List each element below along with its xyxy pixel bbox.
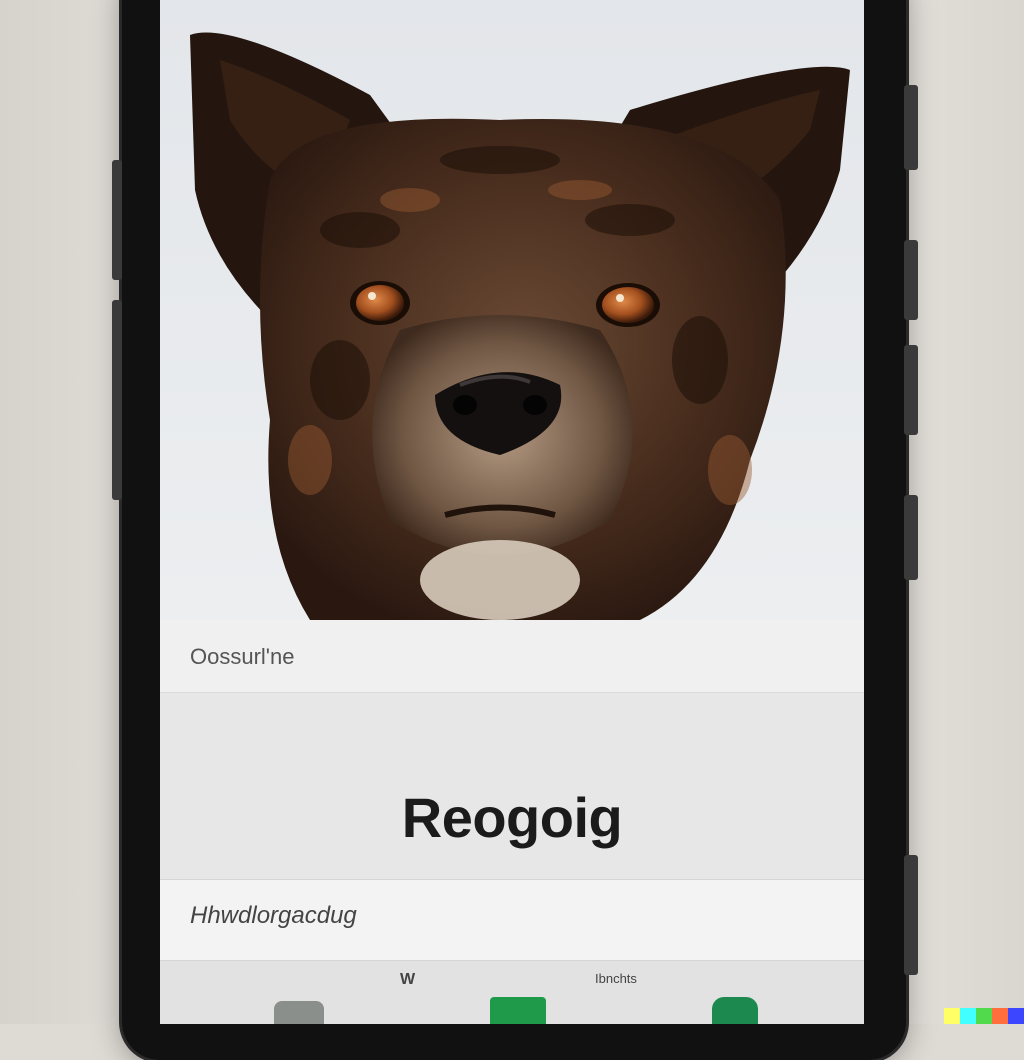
toolbar-right-label: Ibnchts <box>595 971 637 986</box>
phone-right-button-lower <box>904 345 918 435</box>
page-title: Reogoig <box>401 786 623 849</box>
phone-right-button-base <box>904 855 918 975</box>
dog-face-illustration <box>190 32 850 620</box>
toolbar-left-label: W <box>400 971 416 988</box>
list-row-top-label: Oossurl'ne <box>190 644 295 669</box>
watermark-swatch-orange <box>992 1008 1008 1024</box>
phone-right-button-bottom <box>904 495 918 580</box>
green-app-icon[interactable] <box>490 997 546 1024</box>
phone-left-button <box>112 160 122 280</box>
list-row-bottom[interactable]: Hhwdlorgacdug <box>160 880 864 961</box>
teal-app-icon[interactable] <box>712 997 758 1024</box>
list-row-bottom-label: Hhwdlorgacdug <box>190 902 357 929</box>
phone-screen: Oossurl'ne Reogoig Hhwdlorgacdug W Ibnch… <box>160 0 864 1024</box>
watermark-swatch-yellow <box>944 1008 960 1024</box>
title-section: Reogoig <box>160 693 864 880</box>
watermark-swatch-cyan <box>960 1008 976 1024</box>
list-row-top[interactable]: Oossurl'ne <box>160 620 864 693</box>
phone-left-button-lower <box>112 300 122 500</box>
gray-app-icon[interactable] <box>274 1001 324 1024</box>
phone-right-button-mid <box>904 240 918 320</box>
watermark-swatch-blue <box>1008 1008 1024 1024</box>
bottom-toolbar: W Ibnchts <box>160 961 864 1024</box>
watermark-swatch-green <box>976 1008 992 1024</box>
color-watermark <box>944 1008 1024 1024</box>
phone-right-button-top <box>904 85 918 170</box>
dog-photo[interactable] <box>160 0 864 620</box>
